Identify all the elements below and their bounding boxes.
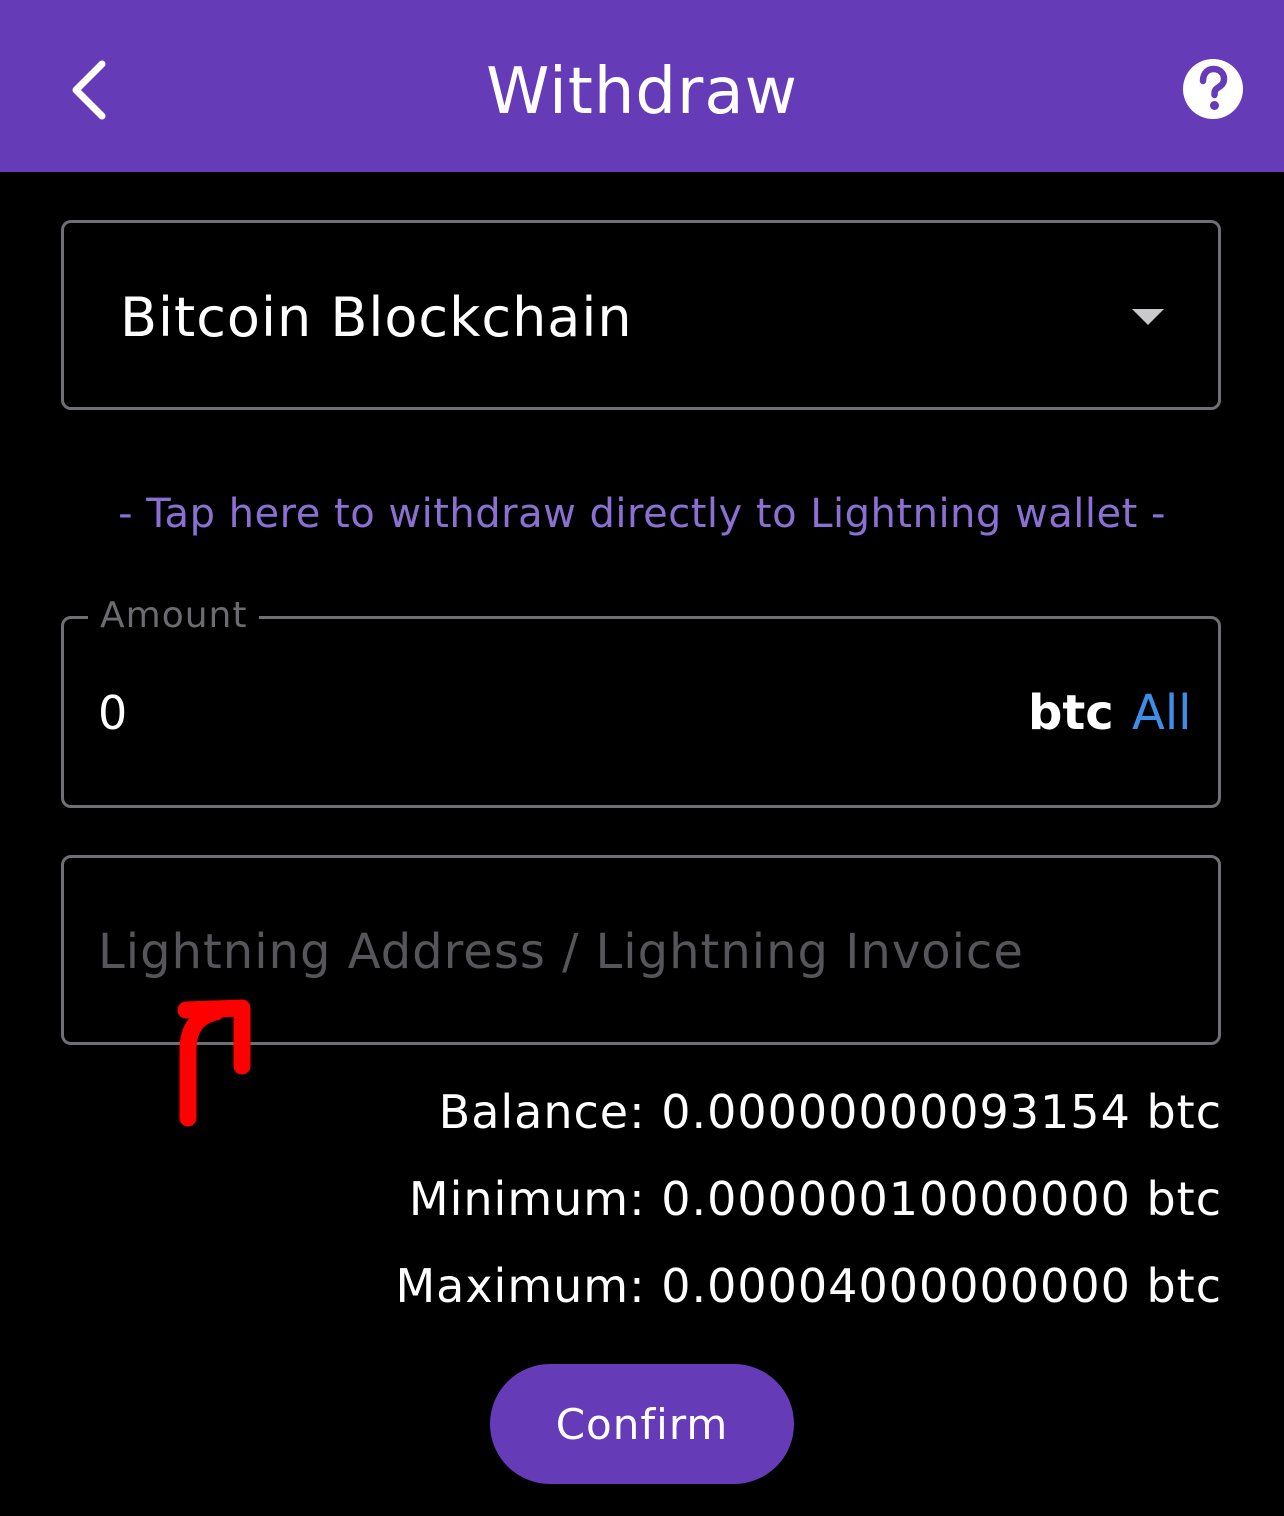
amount-field: Amount btc All — [61, 593, 1221, 808]
amount-unit: btc — [1028, 685, 1114, 741]
page-title: Withdraw — [486, 55, 798, 129]
all-button[interactable]: All — [1132, 683, 1192, 743]
caret-down-icon — [1132, 309, 1164, 325]
confirm-button[interactable]: Confirm — [490, 1364, 794, 1484]
network-select-value: Bitcoin Blockchain — [120, 286, 633, 349]
question-circle-icon — [1183, 59, 1243, 119]
amount-input[interactable] — [98, 683, 898, 743]
maximum-text: Maximum: 0.00004000000000 btc — [395, 1259, 1222, 1313]
amount-label: Amount — [88, 593, 260, 639]
lightning-withdraw-link[interactable]: - Tap here to withdraw directly to Light… — [0, 488, 1284, 540]
network-select[interactable]: Bitcoin Blockchain — [61, 220, 1221, 410]
annotation-arrow-icon — [177, 999, 251, 1127]
balance-text: Balance: 0.00000000093154 btc — [438, 1085, 1222, 1139]
minimum-text: Minimum: 0.00000010000000 btc — [408, 1172, 1222, 1226]
header-bar: Withdraw — [0, 0, 1284, 172]
lightning-address-input[interactable] — [98, 920, 1178, 984]
help-button[interactable] — [1182, 58, 1244, 120]
